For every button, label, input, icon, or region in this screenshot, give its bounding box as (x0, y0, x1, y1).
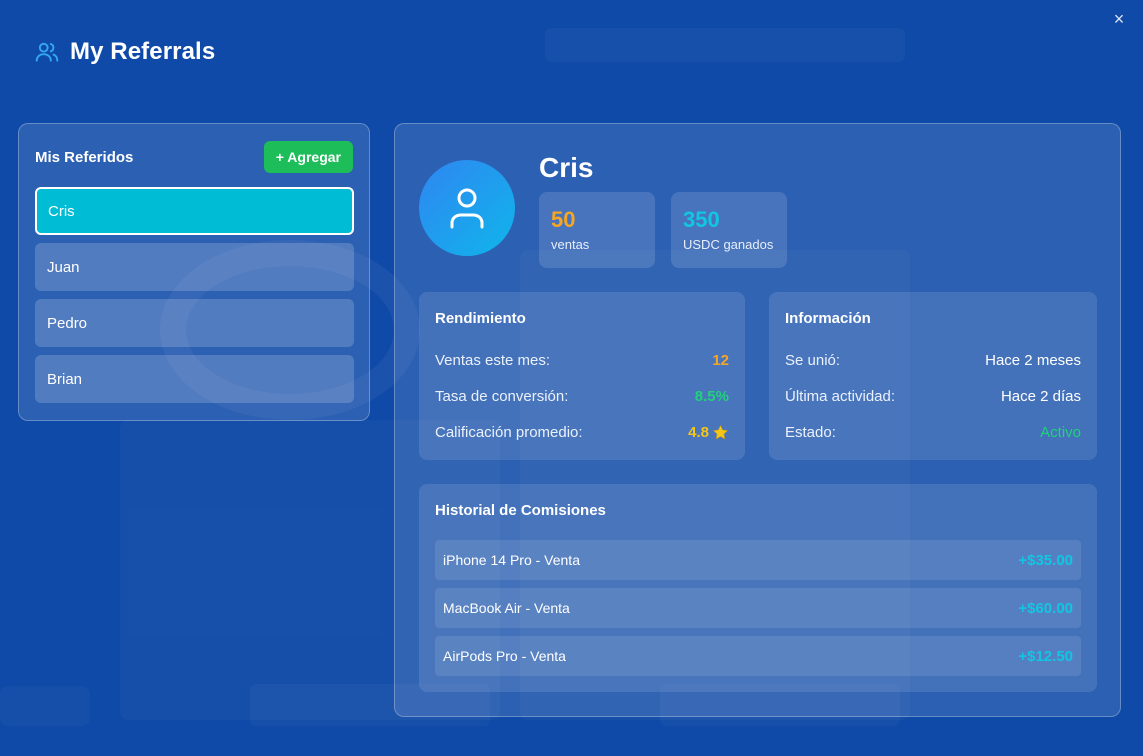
referral-item-pedro[interactable]: Pedro (35, 299, 354, 347)
performance-card: Rendimiento Ventas este mes: 12 Tasa de … (419, 292, 745, 460)
star-icon (713, 424, 728, 439)
modal-header: My Referrals (34, 38, 215, 66)
commission-item: iPhone 14 Pro - Venta (443, 552, 580, 568)
commission-amount: +$12.50 (1018, 647, 1073, 665)
performance-value: 4.8 (688, 423, 709, 441)
profile-name: Cris (539, 152, 594, 183)
performance-key: Tasa de conversión: (435, 387, 569, 405)
commission-amount: +$60.00 (1018, 599, 1073, 617)
commission-item: AirPods Pro - Venta (443, 648, 566, 664)
avatar (419, 160, 515, 256)
commission-amount: +$35.00 (1018, 551, 1073, 569)
info-key: Última actividad: (785, 387, 896, 405)
info-card: Información Se unió: Hace 2 meses Última… (769, 292, 1097, 460)
performance-row: Tasa de conversión: 8.5% (435, 386, 729, 406)
info-row: Estado: Activo (785, 422, 1081, 442)
page-title: My Referrals (70, 38, 216, 65)
info-title: Información (785, 310, 871, 327)
performance-row: Ventas este mes: 12 (435, 350, 729, 370)
referrals-panel: Mis Referidos + Agregar Cris Juan Pedro … (18, 123, 370, 421)
referral-detail-panel: Cris 50 ventas 350 USDC ganados Rendimie… (394, 123, 1121, 717)
users-icon (35, 42, 59, 62)
commission-row: AirPods Pro - Venta +$12.50 (435, 636, 1081, 676)
commission-row: MacBook Air - Venta +$60.00 (435, 588, 1081, 628)
performance-row: Calificación promedio: 4.8 (435, 422, 729, 442)
status-badge: Activo (1040, 423, 1081, 441)
commissions-card: Historial de Comisiones iPhone 14 Pro - … (419, 484, 1097, 692)
referral-item-brian[interactable]: Brian (35, 355, 354, 403)
commissions-title: Historial de Comisiones (435, 502, 606, 519)
info-value: Hace 2 meses (985, 351, 1081, 369)
performance-key: Calificación promedio: (435, 423, 583, 441)
performance-key: Ventas este mes: (435, 351, 551, 369)
rating-group: 4.8 (688, 424, 729, 441)
referral-item-juan[interactable]: Juan (35, 243, 354, 291)
info-key: Se unió: (785, 351, 841, 369)
stat-sales-value: 50 (551, 207, 576, 232)
info-row: Última actividad: Hace 2 días (785, 386, 1081, 406)
stat-sales: 50 ventas (539, 192, 655, 268)
info-value: Hace 2 días (1000, 387, 1081, 405)
stat-sales-label: ventas (551, 237, 590, 252)
performance-value: 8.5% (694, 387, 729, 405)
info-key: Estado: (785, 423, 836, 441)
referrals-panel-header: Mis Referidos + Agregar (35, 141, 353, 173)
commission-item: MacBook Air - Venta (443, 600, 570, 616)
referrals-list: Cris Juan Pedro Brian (35, 187, 354, 411)
close-icon[interactable]: × (1109, 9, 1129, 29)
stat-earned-value: 350 (683, 207, 720, 232)
stat-earned-label: USDC ganados (683, 237, 774, 252)
performance-value: 12 (712, 351, 729, 369)
performance-title: Rendimiento (435, 310, 526, 327)
info-row: Se unió: Hace 2 meses (785, 350, 1081, 370)
referral-item-cris[interactable]: Cris (35, 187, 354, 235)
commission-row: iPhone 14 Pro - Venta +$35.00 (435, 540, 1081, 580)
add-referral-button[interactable]: + Agregar (263, 141, 353, 173)
user-avatar-icon (450, 188, 484, 229)
referrals-panel-title: Mis Referidos (35, 148, 134, 166)
stat-earned: 350 USDC ganados (671, 192, 787, 268)
